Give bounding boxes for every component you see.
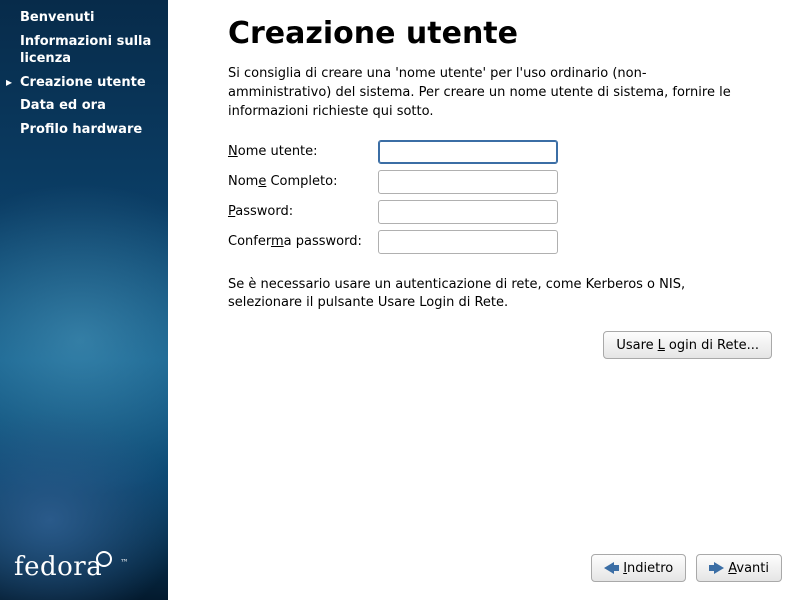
- sidebar-item-date-time[interactable]: Data ed ora: [0, 94, 168, 118]
- network-login-text: Se è necessario usare un autenticazione …: [228, 276, 738, 314]
- username-input[interactable]: [378, 140, 558, 164]
- sidebar-item-welcome[interactable]: Benvenuti: [0, 6, 168, 30]
- row-username: Nome utente:: [228, 140, 772, 164]
- sidebar-item-license[interactable]: Informazioni sulla licenza: [0, 30, 168, 71]
- password-input[interactable]: [378, 200, 558, 224]
- row-password: Password:: [228, 200, 772, 224]
- label-password: Password:: [228, 204, 378, 219]
- back-button[interactable]: Indietro: [591, 554, 686, 582]
- sidebar: Benvenuti Informazioni sulla licenza Cre…: [0, 0, 168, 600]
- label-username: Nome utente:: [228, 144, 378, 159]
- arrow-left-icon: [604, 562, 619, 574]
- arrow-right-icon: [709, 562, 724, 574]
- sidebar-item-label: Profilo hardware: [20, 122, 142, 137]
- sidebar-item-label: Data ed ora: [20, 98, 106, 113]
- sidebar-item-label: Creazione utente: [20, 75, 146, 90]
- sidebar-item-create-user[interactable]: Creazione utente: [0, 71, 168, 95]
- sidebar-item-hardware-profile[interactable]: Profilo hardware: [0, 118, 168, 142]
- page-title: Creazione utente: [228, 16, 772, 51]
- row-confirm: Conferma password:: [228, 230, 772, 254]
- label-confirm: Conferma password:: [228, 234, 378, 249]
- main-panel: Creazione utente Si consiglia di creare …: [168, 0, 800, 600]
- next-button[interactable]: Avanti: [696, 554, 782, 582]
- fullname-input[interactable]: [378, 170, 558, 194]
- sidebar-item-label: Informazioni sulla licenza: [20, 34, 151, 67]
- row-fullname: Nome Completo:: [228, 170, 772, 194]
- network-login-button[interactable]: Usare Login di Rete...: [603, 331, 772, 359]
- intro-text: Si consiglia di creare una 'nome utente'…: [228, 65, 738, 122]
- label-fullname: Nome Completo:: [228, 174, 378, 189]
- brand-logo: fedora™: [14, 552, 129, 582]
- sidebar-item-label: Benvenuti: [20, 10, 94, 25]
- footer-nav: Indietro Avanti: [591, 554, 782, 582]
- confirm-password-input[interactable]: [378, 230, 558, 254]
